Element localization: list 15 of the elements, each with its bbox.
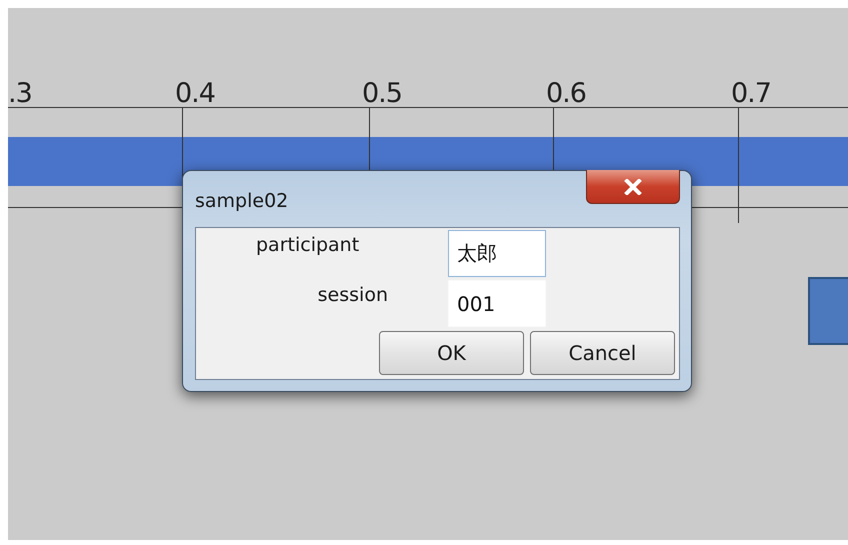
field-label: session (318, 284, 388, 308)
input-field[interactable]: 太郎 (448, 230, 546, 277)
ok-button[interactable]: OK (379, 331, 524, 375)
tick-label: 0.7 (731, 78, 771, 109)
input-field[interactable]: 001 (448, 280, 546, 327)
close-icon (624, 178, 642, 194)
timeline-block (808, 277, 848, 345)
tick-label: 0.6 (546, 78, 586, 109)
tick-label: 0.5 (362, 78, 402, 109)
close-button[interactable] (586, 170, 680, 204)
cancel-button[interactable]: Cancel (530, 331, 675, 375)
tick-label: .3 (8, 78, 32, 109)
dialog-title: sample02 (195, 190, 290, 212)
field-label: participant (256, 234, 360, 258)
tick-label: 0.4 (175, 78, 215, 109)
